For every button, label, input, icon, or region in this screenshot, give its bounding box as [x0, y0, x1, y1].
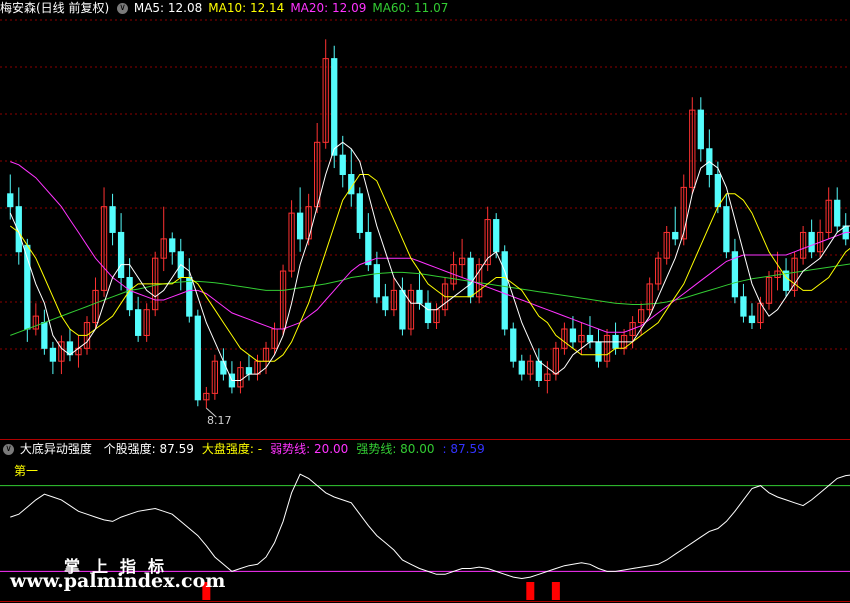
candle-body [339, 154, 346, 175]
candle-body [331, 58, 338, 156]
candle-body [416, 289, 423, 304]
candle-body [365, 231, 372, 266]
candle-body [595, 341, 602, 362]
candle-body [834, 199, 841, 227]
candle-body [220, 360, 227, 375]
candle-body [714, 174, 722, 208]
candle-body [382, 296, 389, 311]
candle-body [808, 231, 815, 253]
candle-body [186, 277, 193, 317]
candle-body [424, 302, 432, 324]
candle-body [740, 296, 747, 317]
candle-body [518, 360, 525, 375]
candle-body [467, 257, 474, 298]
watermark-url: www.palmindex.com [10, 570, 226, 592]
signal-bar [526, 582, 535, 600]
candle-body [41, 322, 48, 349]
candle-body [748, 315, 756, 324]
ma5-line [9, 141, 850, 381]
candle-body [501, 251, 508, 330]
candlestick-chart[interactable] [0, 0, 850, 603]
candle-body [49, 347, 57, 362]
candle-body [356, 193, 363, 233]
signal-bar [551, 582, 560, 600]
candle-body [169, 238, 176, 253]
candle-body [510, 328, 517, 362]
candle-body [399, 289, 406, 330]
candle-body [569, 328, 577, 343]
candle-body [535, 360, 542, 381]
candle-body [134, 309, 142, 336]
candle-body [117, 231, 125, 278]
candle-body [493, 219, 500, 253]
low-marker-line [206, 407, 217, 418]
candle-body [586, 334, 594, 343]
candle-body [296, 212, 304, 240]
candle-body [373, 264, 380, 298]
candle-body [194, 315, 201, 401]
candle-body [109, 206, 116, 233]
candle-body [672, 231, 679, 240]
candle-body [245, 367, 253, 375]
candle-body [723, 206, 730, 253]
candle-body [697, 109, 704, 150]
candle-body [7, 193, 14, 208]
